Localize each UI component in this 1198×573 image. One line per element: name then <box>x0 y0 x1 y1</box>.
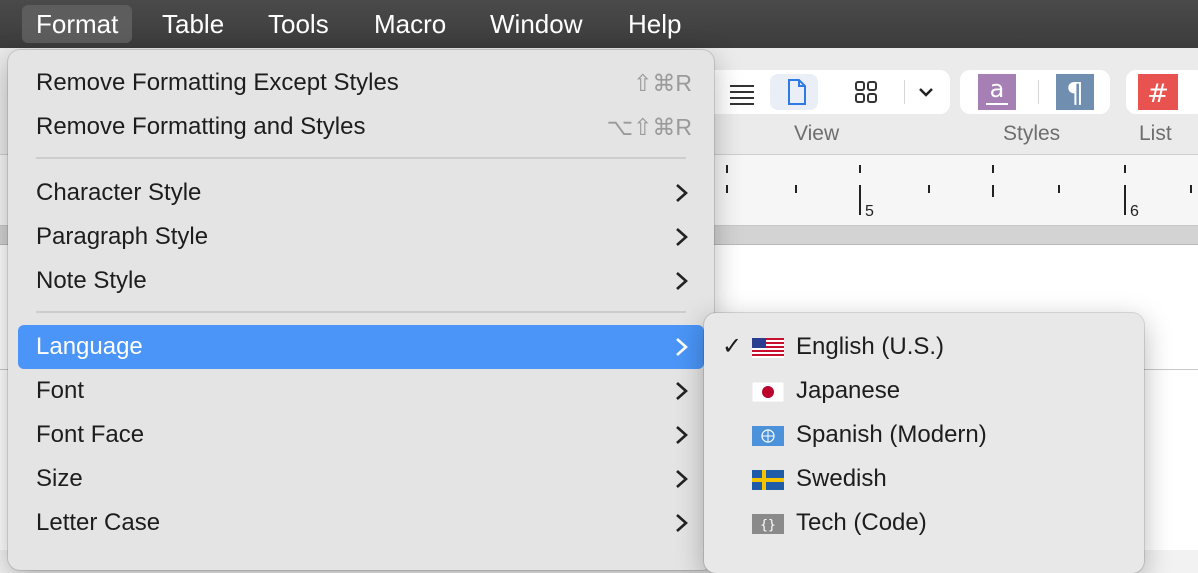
toolbar-divider <box>1038 80 1039 104</box>
remove-formatting-and-styles-item[interactable]: Remove Formatting and Styles ⌥⇧⌘R <box>18 105 704 149</box>
menu-window[interactable]: Window <box>476 5 596 43</box>
language-english-us-item[interactable]: ✓ English (U.S.) <box>714 325 1134 369</box>
menu-separator <box>36 311 686 313</box>
ruler-tick <box>992 165 994 173</box>
language-japanese-item[interactable]: Japanese <box>714 369 1134 413</box>
styles-group-label: Styles <box>1003 122 1061 145</box>
view-group-label: View <box>794 122 840 145</box>
ruler-tick <box>726 185 728 193</box>
chevron-right-icon <box>676 184 688 202</box>
chevron-right-icon <box>676 514 688 532</box>
language-item[interactable]: Language <box>18 325 704 369</box>
us-flag-icon <box>752 338 784 358</box>
menu-separator <box>36 157 686 159</box>
ruler-tick <box>928 185 930 193</box>
svg-text:a: a <box>990 75 1005 103</box>
grid-icon <box>855 81 877 103</box>
ruler-number: 6 <box>1130 203 1139 220</box>
menu-item-label: Font Face <box>36 421 145 448</box>
menu-item-label: Font <box>36 377 85 404</box>
menu-table[interactable]: Table <box>148 5 238 43</box>
styles-toolgroup: a ¶ <box>960 70 1110 114</box>
ruler-tick <box>1190 185 1192 193</box>
language-submenu: ✓ English (U.S.) Japanese Spanish (Moder… <box>704 313 1144 573</box>
shortcut-label: ⇧⌘R <box>633 70 692 96</box>
menu-item-label: Size <box>36 465 83 492</box>
menu-item-label: Character Style <box>36 179 202 206</box>
ruler-tick <box>795 185 797 193</box>
chevron-right-icon <box>676 228 688 246</box>
menu-tools[interactable]: Tools <box>254 5 343 43</box>
ruler-major-tick <box>1124 185 1126 215</box>
list-group-label: List <box>1139 122 1172 145</box>
hash-icon: # <box>1138 74 1178 110</box>
character-style-item[interactable]: Character Style <box>18 171 704 215</box>
ruler-tick <box>1058 185 1060 193</box>
menu-item-label: Letter Case <box>36 509 161 536</box>
font-item[interactable]: Font <box>18 369 704 413</box>
menu-format[interactable]: Format <box>22 5 133 43</box>
shortcut-label: ⌥⇧⌘R <box>606 114 692 140</box>
ruler-tick <box>992 185 994 197</box>
svg-text:¶: ¶ <box>1066 76 1084 109</box>
remove-formatting-except-styles-item[interactable]: Remove Formatting Except Styles ⇧⌘R <box>18 61 704 105</box>
view-dropdown-button[interactable] <box>906 74 946 110</box>
character-style-icon: a <box>978 74 1016 110</box>
menu-item-label: Note Style <box>36 267 147 294</box>
checkmark-icon: ✓ <box>722 333 743 360</box>
character-style-button[interactable]: a <box>974 74 1018 110</box>
chevron-right-icon <box>676 338 688 356</box>
size-item[interactable]: Size <box>18 457 704 501</box>
language-label: Spanish (Modern) <box>796 421 987 448</box>
sweden-flag-icon <box>752 470 784 490</box>
document-icon <box>788 79 806 105</box>
pilcrow-icon: ¶ <box>1056 74 1094 110</box>
language-tech-code-item[interactable]: {} Tech (Code) <box>714 501 1134 545</box>
menu-item-label: Paragraph Style <box>36 223 209 250</box>
chevron-right-icon <box>676 272 688 290</box>
svg-text:#: # <box>1147 79 1169 109</box>
toolbar-divider <box>904 80 905 104</box>
paragraph-style-button[interactable]: ¶ <box>1054 74 1098 110</box>
menu-help[interactable]: Help <box>614 5 695 43</box>
svg-text:{}: {} <box>760 518 776 533</box>
menu-macro[interactable]: Macro <box>360 5 460 43</box>
font-face-item[interactable]: Font Face <box>18 413 704 457</box>
grid-view-button[interactable] <box>842 74 890 110</box>
language-swedish-item[interactable]: Swedish <box>714 457 1134 501</box>
ruler-tick <box>859 165 861 173</box>
list-view-button[interactable] <box>712 74 760 110</box>
menu-item-label: Remove Formatting Except Styles <box>36 69 399 96</box>
language-label: Swedish <box>796 465 887 492</box>
language-label: Tech (Code) <box>796 509 927 536</box>
letter-case-item[interactable]: Letter Case <box>18 501 704 545</box>
list-lines-icon <box>730 85 754 105</box>
chevron-right-icon <box>676 382 688 400</box>
paragraph-style-item[interactable]: Paragraph Style <box>18 215 704 259</box>
ruler-tick <box>726 165 728 173</box>
un-flag-icon <box>752 426 784 446</box>
menu-item-label: Language <box>36 333 143 360</box>
chevron-down-icon <box>919 88 933 97</box>
page-view-button[interactable] <box>770 74 818 110</box>
note-style-item[interactable]: Note Style <box>18 259 704 303</box>
code-braces-icon: {} <box>752 514 784 534</box>
menu-bar: Format Table Tools Macro Window Help <box>0 0 1198 48</box>
format-menu: Remove Formatting Except Styles ⇧⌘R Remo… <box>8 50 714 570</box>
language-label: English (U.S.) <box>796 333 945 360</box>
chevron-right-icon <box>676 426 688 444</box>
list-button[interactable]: # <box>1136 74 1180 110</box>
menu-item-label: Remove Formatting and Styles <box>36 113 366 140</box>
ruler-major-tick <box>859 185 861 215</box>
japan-flag-icon <box>752 382 784 402</box>
ruler-number: 5 <box>865 203 874 220</box>
chevron-right-icon <box>676 470 688 488</box>
ruler-tick <box>1124 165 1126 173</box>
view-toolgroup <box>700 70 950 114</box>
language-spanish-modern-item[interactable]: Spanish (Modern) <box>714 413 1134 457</box>
list-toolgroup: # <box>1126 70 1198 114</box>
language-label: Japanese <box>796 377 901 404</box>
